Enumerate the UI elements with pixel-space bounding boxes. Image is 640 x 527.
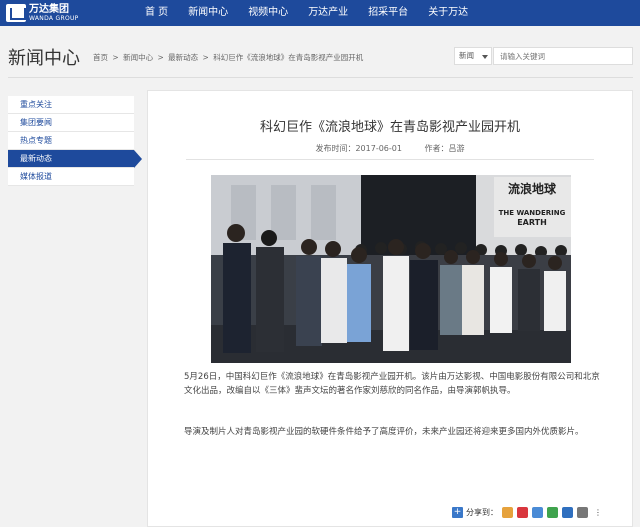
search-category-select[interactable]: 新闻 — [454, 47, 492, 65]
tencent-weibo-icon[interactable] — [532, 506, 543, 518]
poster-title-cn: 流浪地球 — [508, 181, 557, 196]
wanda-logo-icon — [6, 4, 26, 22]
wanda-logo[interactable]: 万达集团 WANDA GROUP — [6, 3, 86, 23]
search-input[interactable] — [493, 47, 633, 65]
page-title: 新闻中心 — [8, 48, 80, 69]
logo-name-en: WANDA GROUP — [29, 14, 79, 22]
breadcrumb-separator: > — [112, 53, 119, 62]
poster-title-en-2: EARTH — [517, 218, 547, 227]
sidebar: 重点关注 集团要闻 热点专题 最新动态 媒体报道 — [8, 96, 142, 186]
weibo-icon[interactable] — [517, 506, 528, 518]
plus-icon[interactable]: + — [452, 506, 463, 518]
more-icon[interactable]: ⋮ — [594, 508, 602, 517]
nav-video-center[interactable]: 视频中心 — [238, 0, 298, 26]
search-category-value: 新闻 — [459, 51, 474, 60]
logo-name-cn: 万达集团 — [29, 3, 69, 15]
article-paragraph-2: 导演及制片人对青岛影视产业园的软硬件条件给予了高度评价，未来产业园还将迎来更多国… — [184, 427, 584, 437]
breadcrumb-latest[interactable]: 最新动态 — [168, 53, 198, 62]
article-paragraph-1: 5月26日，中国科幻巨作《流浪地球》在青岛影视产业园开机。该片由万达影视、中国电… — [184, 372, 600, 396]
breadcrumb-current: 科幻巨作《流浪地球》在青岛影视产业园开机 — [213, 53, 364, 62]
sidebar-item-media[interactable]: 媒体报道 — [8, 168, 134, 186]
header-divider — [8, 77, 633, 78]
breadcrumb-home[interactable]: 首页 — [93, 53, 108, 62]
article-title: 科幻巨作《流浪地球》在青岛影视产业园开机 — [259, 120, 520, 135]
nav-home[interactable]: 首 页 — [135, 0, 178, 26]
breadcrumb-separator: > — [202, 53, 209, 62]
breadcrumb-news-center[interactable]: 新闻中心 — [123, 53, 153, 62]
share-label: 分享到： — [466, 507, 498, 517]
article-photo: 流浪地球 THE WANDERING EARTH — [211, 175, 571, 363]
publish-date: 发布时间：2017-06-01 — [315, 144, 402, 153]
renren-icon[interactable] — [562, 506, 573, 518]
article-divider — [186, 159, 594, 160]
nav-procurement[interactable]: 招采平台 — [358, 0, 418, 26]
article-meta: 发布时间：2017-06-01 作者：吕游 — [147, 143, 633, 154]
breadcrumb: 首页 > 新闻中心 > 最新动态 > 科幻巨作《流浪地球》在青岛影视产业园开机 — [93, 52, 365, 63]
nav-about[interactable]: 关于万达 — [418, 0, 478, 26]
chevron-down-icon — [482, 55, 488, 59]
nav-wanda-industry[interactable]: 万达产业 — [298, 0, 358, 26]
sidebar-item-focus[interactable]: 重点关注 — [8, 96, 134, 114]
share-bar: + 分享到： ⋮ — [452, 505, 602, 519]
top-nav-bar: 万达集团 WANDA GROUP 首 页 新闻中心 视频中心 万达产业 招采平台… — [0, 0, 640, 26]
main-nav: 首 页 新闻中心 视频中心 万达产业 招采平台 关于万达 — [135, 0, 478, 26]
nav-news-center[interactable]: 新闻中心 — [178, 0, 238, 26]
sidebar-item-latest[interactable]: 最新动态 — [8, 150, 142, 168]
event-photo-illustration: 流浪地球 THE WANDERING EARTH — [211, 175, 571, 363]
sidebar-item-group-news[interactable]: 集团要闻 — [8, 114, 134, 132]
author: 作者：吕游 — [424, 144, 465, 153]
wechat-icon[interactable] — [547, 506, 558, 518]
sidebar-item-topics[interactable]: 热点专题 — [8, 132, 134, 150]
poster-title-en-1: THE WANDERING — [499, 209, 566, 217]
breadcrumb-separator: > — [157, 53, 164, 62]
qzone-icon[interactable] — [502, 506, 513, 518]
share-link-icon[interactable] — [577, 506, 588, 518]
